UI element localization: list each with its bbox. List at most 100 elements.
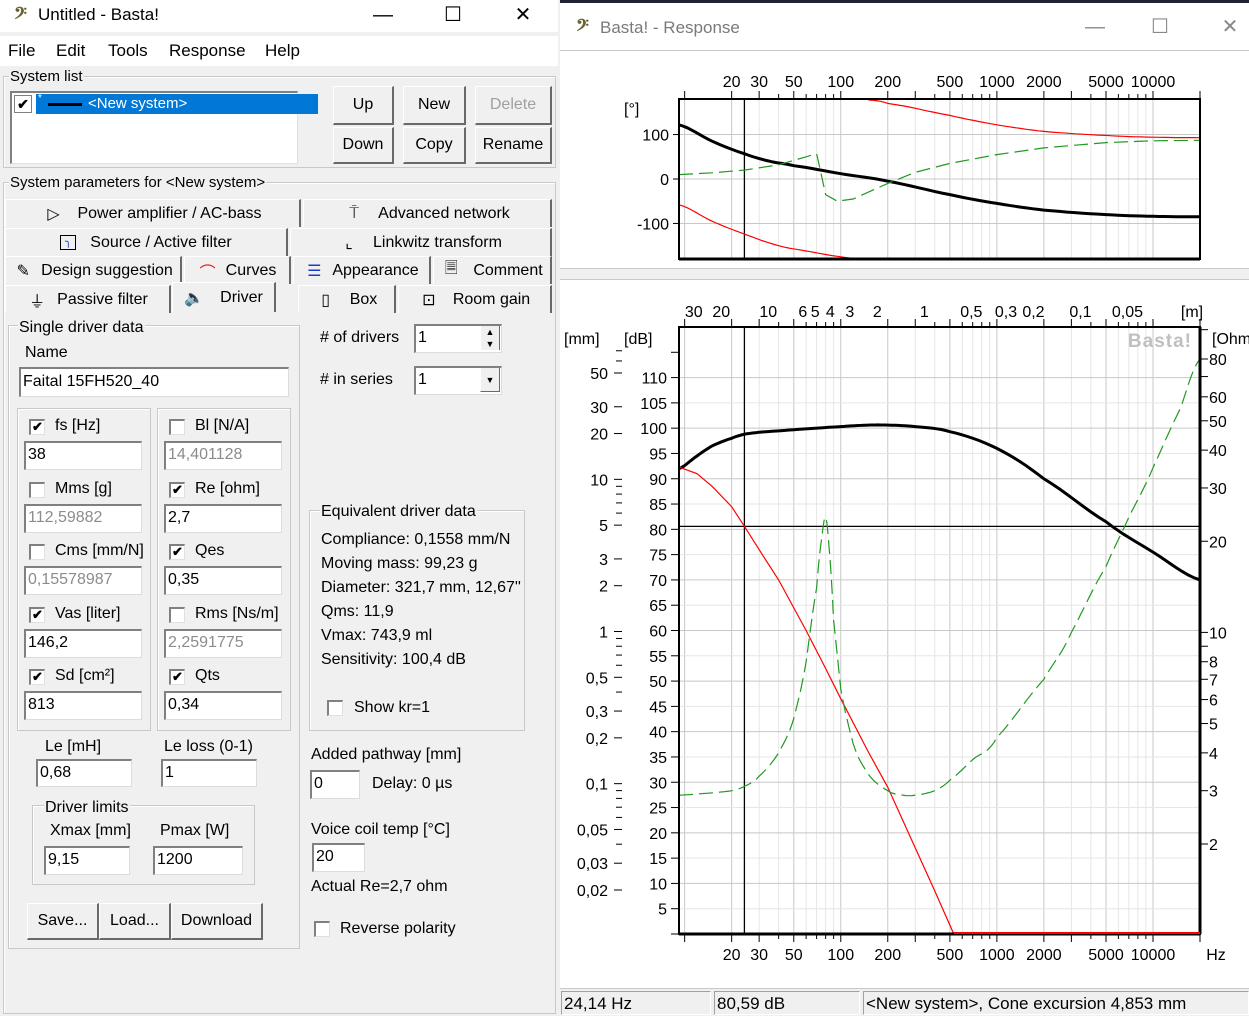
tab-advanced-network[interactable]: ⍑ Advanced network: [303, 199, 552, 227]
param-input[interactable]: 0,15578987: [24, 566, 142, 595]
mm-tick-label: 3: [599, 552, 608, 569]
param-checkbox[interactable]: ✔: [29, 606, 45, 623]
param-checkbox[interactable]: [169, 606, 185, 623]
pmax-input[interactable]: 1200: [153, 846, 243, 875]
param-input[interactable]: 146,2: [24, 628, 142, 658]
driver-name-input[interactable]: Faital 15FH520_40: [19, 367, 289, 397]
param-checkbox[interactable]: ✔: [169, 544, 185, 560]
mm-tick-label: 5: [599, 518, 608, 535]
minimize-button[interactable]: —: [1075, 14, 1115, 40]
load-button[interactable]: Load...: [99, 903, 171, 940]
magic-wand-icon: ✎: [16, 262, 30, 280]
new-button[interactable]: New: [403, 86, 466, 125]
tab-design-suggestion[interactable]: ✎ Design suggestion: [5, 256, 182, 284]
vc-temp-input[interactable]: 20: [312, 843, 365, 872]
param-checkbox[interactable]: ✔: [169, 669, 185, 685]
tab-comment[interactable]: 🗏 Comment: [433, 256, 552, 284]
tab-room-gain[interactable]: ⊡ Room gain: [398, 285, 552, 313]
down-button[interactable]: Down: [333, 127, 394, 164]
delete-button[interactable]: Delete: [475, 86, 552, 125]
param-input[interactable]: 38: [24, 441, 142, 470]
close-button[interactable]: ✕: [1210, 14, 1249, 40]
num-drivers-spinner[interactable]: 1 ▲ ▼: [414, 324, 502, 353]
param-checkbox[interactable]: ✔: [29, 419, 45, 435]
close-button[interactable]: ✕: [503, 2, 543, 28]
num-drivers-label: # of drivers: [320, 329, 400, 346]
tab-curves[interactable]: ⌒ Curves: [184, 256, 291, 284]
tab-appearance[interactable]: ☰ Appearance: [293, 256, 431, 284]
system-list-item[interactable]: * <New system>: [36, 93, 318, 114]
diameter-text: Diameter: 321,7 mm, 12,67'': [321, 579, 521, 596]
in-series-dropdown[interactable]: 1 ▼: [414, 366, 502, 395]
param-input[interactable]: 0,35: [164, 566, 282, 595]
system-visible-checkbox[interactable]: ✔: [14, 95, 32, 113]
tab-label: Box: [349, 290, 378, 308]
reverse-polarity-checkbox[interactable]: [314, 921, 330, 937]
menu-response[interactable]: Response: [169, 41, 246, 61]
le-loss-input[interactable]: 1: [161, 759, 257, 787]
minimize-button[interactable]: —: [363, 2, 403, 28]
ohm-tick-label: 80: [1209, 352, 1227, 369]
maximize-button[interactable]: ☐: [1140, 14, 1180, 40]
db-tick-label: 35: [649, 750, 667, 767]
maximize-button[interactable]: ☐: [433, 2, 473, 28]
save-button[interactable]: Save...: [27, 903, 99, 940]
phase-chart[interactable]: 1000-100[°]20 30 50 100 200 500 1000 2000 5000 10…: [560, 52, 1249, 268]
le-input[interactable]: 0,68: [36, 759, 132, 787]
param-input[interactable]: 2,2591775: [164, 628, 282, 658]
param-input[interactable]: 813: [24, 691, 142, 720]
chevron-down-icon[interactable]: ▼: [480, 368, 500, 392]
vmax-text: Vmax: 743,9 ml: [321, 627, 433, 644]
param-input[interactable]: 2,7: [164, 503, 282, 533]
chart-splitter[interactable]: [560, 268, 1249, 280]
spin-up-icon[interactable]: ▲: [480, 326, 500, 338]
wavelength-tick-label: 0,05: [1112, 304, 1143, 321]
up-button[interactable]: Up: [333, 86, 394, 125]
x-tick-label: 100: [827, 74, 854, 91]
param-checkbox[interactable]: [169, 419, 185, 435]
tab-passive-filter[interactable]: ⏚ Passive filter: [5, 285, 171, 313]
param-checkbox[interactable]: [29, 481, 45, 498]
tab-label: Driver: [220, 288, 263, 306]
menu-tools[interactable]: Tools: [108, 41, 148, 61]
response-chart-panel: 110 105 100 95 90 85 80 75 70 65 60 55 50 45 40 35 30 25 2…: [560, 280, 1249, 988]
tab-driver[interactable]: 🔈 Driver: [172, 282, 276, 312]
param-input[interactable]: 0,34: [164, 691, 282, 720]
copy-button[interactable]: Copy: [403, 127, 466, 164]
tab-source-active-filter[interactable]: ╮ Source / Active filter: [5, 228, 288, 256]
db-tick-label: 75: [649, 548, 667, 565]
single-driver-label: Single driver data: [18, 319, 145, 336]
x-tick-label: 50: [785, 947, 803, 964]
ohm-tick-label: 6: [1209, 693, 1218, 710]
db-tick-label: 85: [649, 497, 667, 514]
system-list[interactable]: ✔ * <New system>: [10, 91, 318, 164]
tab-label: Appearance: [332, 261, 419, 279]
param-checkbox[interactable]: ✔: [29, 669, 45, 685]
rename-button[interactable]: Rename: [475, 127, 552, 164]
tab-linkwitz-transform[interactable]: ⌞ Linkwitz transform: [290, 228, 552, 256]
response-chart[interactable]: 1101051009590858075706560555045403530252…: [560, 280, 1249, 988]
system-params-label: System parameters for <New system>: [9, 174, 267, 191]
param-checkbox[interactable]: [29, 544, 45, 560]
db-tick-label: 25: [649, 801, 667, 818]
tab-label: Room gain: [452, 290, 531, 308]
spin-down-icon[interactable]: ▼: [480, 338, 500, 350]
download-button[interactable]: Download: [171, 903, 263, 940]
show-kr-checkbox[interactable]: [327, 700, 343, 716]
param-input[interactable]: 14,401128: [164, 441, 282, 470]
tab-power-amplifier[interactable]: ▷ Power amplifier / AC-bass: [5, 199, 301, 227]
tab-label: Curves: [225, 261, 277, 279]
ohm-tick-label: 4: [1209, 746, 1218, 763]
room-icon: ⊡: [422, 291, 436, 309]
tab-box[interactable]: ▯ Box: [298, 285, 396, 313]
menu-file[interactable]: File: [8, 41, 35, 61]
pathway-input[interactable]: 0: [310, 770, 360, 799]
menu-edit[interactable]: Edit: [56, 41, 85, 61]
xmax-input[interactable]: 9,15: [44, 846, 130, 875]
param-input[interactable]: 112,59882: [24, 503, 142, 533]
param-checkbox[interactable]: ✔: [169, 481, 185, 498]
menu-help[interactable]: Help: [265, 41, 300, 61]
db-tick-label: 90: [649, 472, 667, 489]
main-window: 𝄢 Untitled - Basta! — ☐ ✕ File Edit Tool…: [0, 0, 558, 1016]
wavelength-tick-label: 2: [873, 304, 882, 321]
